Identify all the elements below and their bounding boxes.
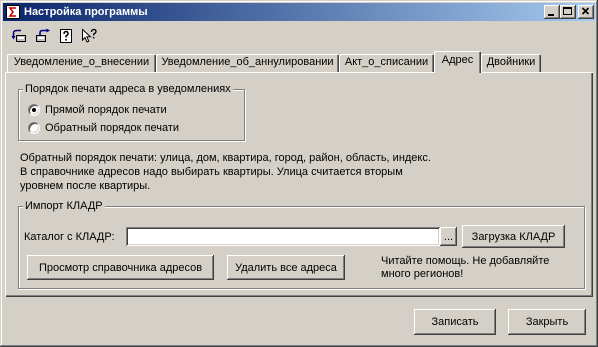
maximize-icon bbox=[563, 7, 572, 15]
close-button[interactable] bbox=[578, 5, 594, 19]
context-help-icon bbox=[82, 28, 97, 43]
help-icon bbox=[60, 29, 72, 43]
radio-label[interactable]: Обратный порядок печати bbox=[45, 121, 179, 135]
print-order-note-line: уровнем после квартиры. bbox=[20, 180, 151, 192]
settings-window: Настройка программы Уведомление_о_внесен… bbox=[0, 0, 598, 347]
close-button-footer[interactable]: Закрыть bbox=[508, 309, 586, 335]
tab-notice-of-cancellation[interactable]: Уведомление_об_аннулировании bbox=[156, 54, 339, 72]
kladr-catalog-label: Каталог с КЛАДР: bbox=[24, 231, 115, 243]
tab-label: Уведомление_об_аннулировании bbox=[161, 56, 334, 68]
view-address-directory-button[interactable]: Просмотр справочника адресов bbox=[27, 255, 214, 280]
app-icon[interactable] bbox=[5, 4, 21, 20]
tab-address[interactable]: Адрес bbox=[434, 51, 481, 73]
kladr-help-note: Читайте помощь. Не добавляйте много реги… bbox=[381, 255, 549, 281]
help-button[interactable] bbox=[57, 27, 75, 45]
minimize-icon bbox=[548, 14, 554, 16]
radio-reverse-order[interactable]: Обратный порядок печати bbox=[28, 121, 188, 135]
print-order-group-title: Порядок печати адреса в уведомлениях bbox=[23, 82, 233, 96]
tab-duplicates[interactable]: Двойники bbox=[481, 54, 541, 72]
save-settings-icon bbox=[36, 28, 50, 42]
tab-panel-address: Порядок печати адреса в уведомлениях Пря… bbox=[5, 72, 593, 297]
tab-write-off-act[interactable]: Акт_о_списании bbox=[339, 54, 434, 72]
maximize-button[interactable] bbox=[560, 5, 576, 19]
load-settings-icon bbox=[11, 29, 26, 42]
print-order-note-line: Обратный порядок печати: улица, дом, ква… bbox=[20, 152, 431, 164]
load-kladr-button[interactable]: Загрузка КЛАДР bbox=[462, 225, 565, 248]
tab-label: Уведомление_о_внесении bbox=[13, 56, 150, 68]
kladr-import-group: Импорт КЛАДР Каталог с КЛАДР: ... Загруз… bbox=[18, 199, 585, 289]
radio-button[interactable] bbox=[28, 104, 40, 116]
browse-catalog-button[interactable]: ... bbox=[440, 227, 457, 246]
save-settings-button[interactable] bbox=[34, 27, 52, 45]
tab-label: Двойники bbox=[486, 56, 536, 68]
save-button[interactable]: Записать bbox=[414, 309, 496, 335]
radio-direct-order[interactable]: Прямой порядок печати bbox=[28, 103, 188, 117]
delete-all-addresses-button[interactable]: Удалить все адреса bbox=[227, 255, 345, 280]
tab-label: Адрес bbox=[441, 54, 474, 66]
load-settings-button[interactable] bbox=[10, 27, 28, 45]
radio-dot bbox=[32, 108, 36, 112]
tab-notice-of-entry[interactable]: Уведомление_о_внесении bbox=[7, 54, 156, 72]
kladr-help-line: много регионов! bbox=[381, 268, 464, 280]
kladr-catalog-input[interactable] bbox=[126, 227, 440, 246]
window-title: Настройка программы bbox=[24, 6, 148, 18]
kladr-help-line: Читайте помощь. Не добавляйте bbox=[381, 255, 550, 267]
print-order-note-line: В справочнике адресов надо выбирать квар… bbox=[20, 166, 403, 178]
radio-button[interactable] bbox=[28, 122, 40, 134]
tab-label: Акт_о_списании bbox=[344, 56, 429, 68]
radio-label[interactable]: Прямой порядок печати bbox=[45, 103, 167, 117]
title-bar[interactable]: Настройка программы bbox=[3, 3, 595, 21]
minimize-button[interactable] bbox=[544, 5, 560, 19]
context-help-button[interactable] bbox=[80, 27, 98, 45]
print-order-group: Порядок печати адреса в уведомлениях Пря… bbox=[18, 82, 245, 141]
kladr-import-group-title: Импорт КЛАДР bbox=[23, 199, 105, 213]
close-icon bbox=[581, 7, 590, 15]
